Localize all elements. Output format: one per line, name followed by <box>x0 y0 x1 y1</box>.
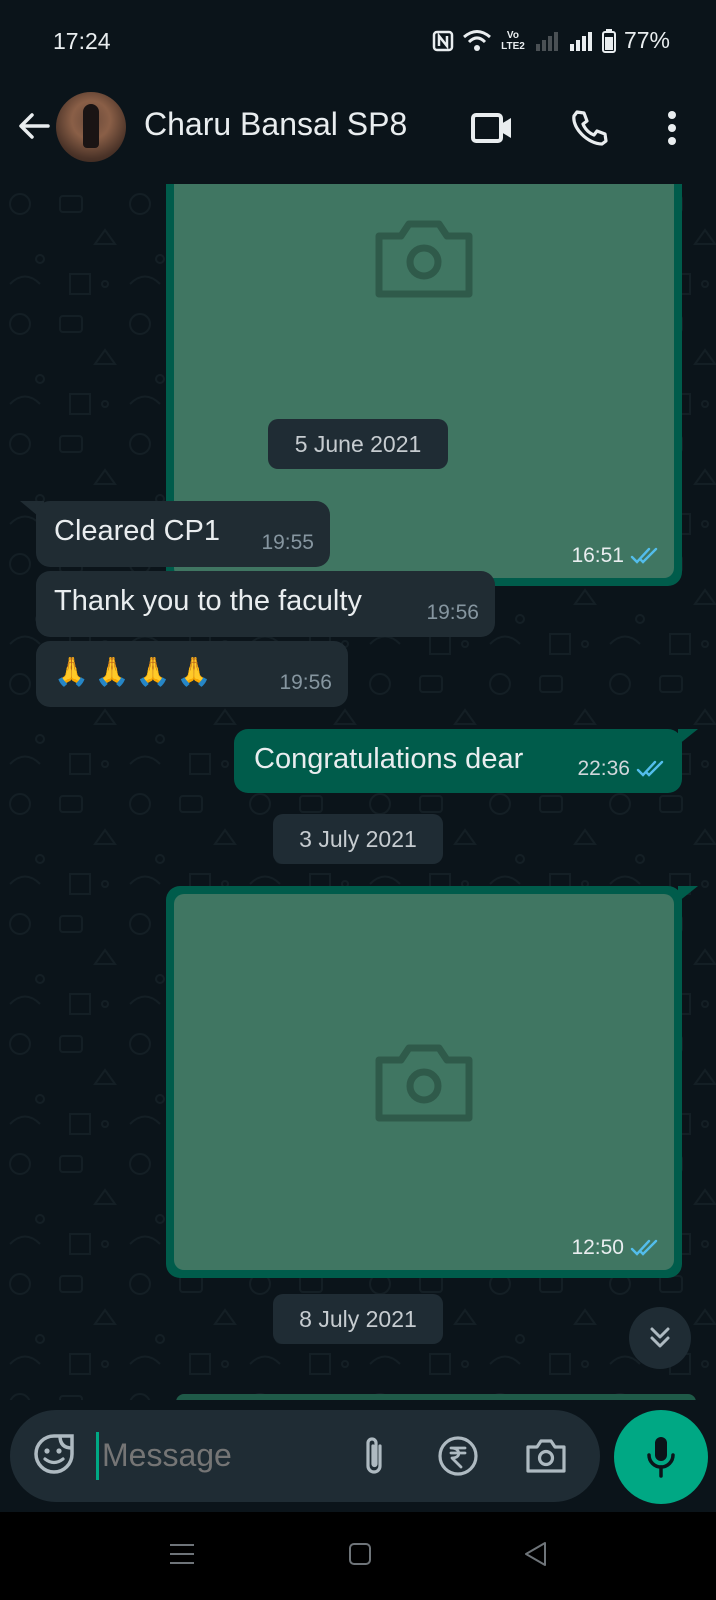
status-bar: 17:24 Vo LTE2 77% <box>0 0 716 84</box>
camera-icon <box>375 220 473 298</box>
system-navigation-bar <box>0 1512 716 1600</box>
nav-menu-icon <box>170 1544 194 1564</box>
video-call-button[interactable] <box>470 106 514 150</box>
text-cursor <box>96 1432 99 1480</box>
emoji-sticker-icon <box>34 1434 74 1474</box>
network-label: Vo LTE2 <box>501 29 525 52</box>
status-time: 17:24 <box>53 28 111 54</box>
camera-button[interactable] <box>522 1432 570 1480</box>
camera-capture-icon <box>526 1439 566 1473</box>
image-placeholder <box>174 894 674 1270</box>
double-check-icon <box>630 1239 658 1256</box>
message-time: 12:50 <box>571 1236 624 1259</box>
incoming-message[interactable]: Cleared CP1 19:55 <box>36 501 330 567</box>
attach-icon <box>366 1437 382 1474</box>
message-time: 16:51 <box>571 544 624 567</box>
camera-icon <box>375 1044 473 1122</box>
message-text: 🙏🙏🙏🙏 <box>54 656 218 687</box>
message-meta: 16:51 <box>571 544 660 568</box>
emoji-button[interactable] <box>32 1432 76 1476</box>
status-icons: Vo LTE2 77% <box>432 27 670 54</box>
next-message-edge <box>176 1394 696 1400</box>
battery-icon <box>601 28 616 53</box>
incoming-message[interactable]: 🙏🙏🙏🙏 19:56 <box>36 641 348 707</box>
date-divider: 3 July 2021 <box>273 814 443 864</box>
contact-avatar[interactable] <box>56 92 126 162</box>
message-text: Cleared CP1 <box>54 515 221 547</box>
double-check-icon <box>630 547 658 564</box>
nav-home-icon <box>349 1543 371 1565</box>
signal-icon <box>569 31 592 51</box>
outgoing-message[interactable]: Congratulations dear 22:36 <box>234 729 682 793</box>
message-composer <box>10 1410 600 1502</box>
nav-menu-button[interactable] <box>162 1534 202 1574</box>
nav-home-button[interactable] <box>340 1534 380 1574</box>
incoming-message[interactable]: Thank you to the faculty 19:56 <box>36 571 495 637</box>
voice-call-icon <box>572 110 608 146</box>
nav-back-button[interactable] <box>516 1534 556 1574</box>
message-time: 19:56 <box>279 671 332 694</box>
nav-back-icon <box>525 1542 546 1566</box>
voice-message-button[interactable] <box>614 1410 708 1504</box>
video-call-icon <box>471 113 511 143</box>
mic-icon <box>647 1437 675 1478</box>
scroll-to-bottom-button[interactable] <box>629 1307 691 1369</box>
more-options-button[interactable] <box>650 106 694 150</box>
message-meta: 12:50 <box>571 1236 660 1260</box>
date-label: 5 June 2021 <box>294 430 422 457</box>
bubble-tail <box>678 886 698 902</box>
date-divider: 8 July 2021 <box>273 1294 443 1344</box>
more-options-icon <box>668 111 676 145</box>
date-label: 3 July 2021 <box>299 825 417 852</box>
attach-button[interactable] <box>350 1432 398 1480</box>
back-arrow-icon <box>19 113 50 139</box>
date-label: 8 July 2021 <box>299 1305 417 1332</box>
message-time: 19:56 <box>426 601 479 624</box>
rupee-payment-icon <box>438 1436 478 1476</box>
message-input[interactable] <box>102 1432 332 1478</box>
message-time: 19:55 <box>261 531 314 554</box>
chat-header: Charu Bansal SP8 <box>0 84 716 184</box>
signal-weak-icon <box>535 31 558 51</box>
chat-area[interactable]: 16:51 5 June 2021 Cleared CP1 19:55 Than… <box>0 184 716 1400</box>
chevron-double-down-icon <box>650 1327 670 1348</box>
message-text: Thank you to the faculty <box>54 585 362 617</box>
contact-name[interactable]: Charu Bansal SP8 <box>144 106 407 143</box>
wifi-icon <box>462 29 491 51</box>
bubble-tail <box>678 729 698 745</box>
nfc-icon <box>432 30 454 51</box>
payment-button[interactable] <box>434 1432 482 1480</box>
voice-call-button[interactable] <box>566 106 610 150</box>
message-meta: 22:36 <box>577 757 666 781</box>
date-divider: 5 June 2021 <box>268 419 448 469</box>
message-text: Congratulations dear <box>254 743 524 775</box>
battery-percent: 77% <box>623 27 670 53</box>
image-message[interactable]: 12:50 <box>166 886 682 1278</box>
back-button[interactable] <box>14 106 54 146</box>
message-time: 22:36 <box>577 757 630 780</box>
double-check-icon <box>636 760 664 777</box>
